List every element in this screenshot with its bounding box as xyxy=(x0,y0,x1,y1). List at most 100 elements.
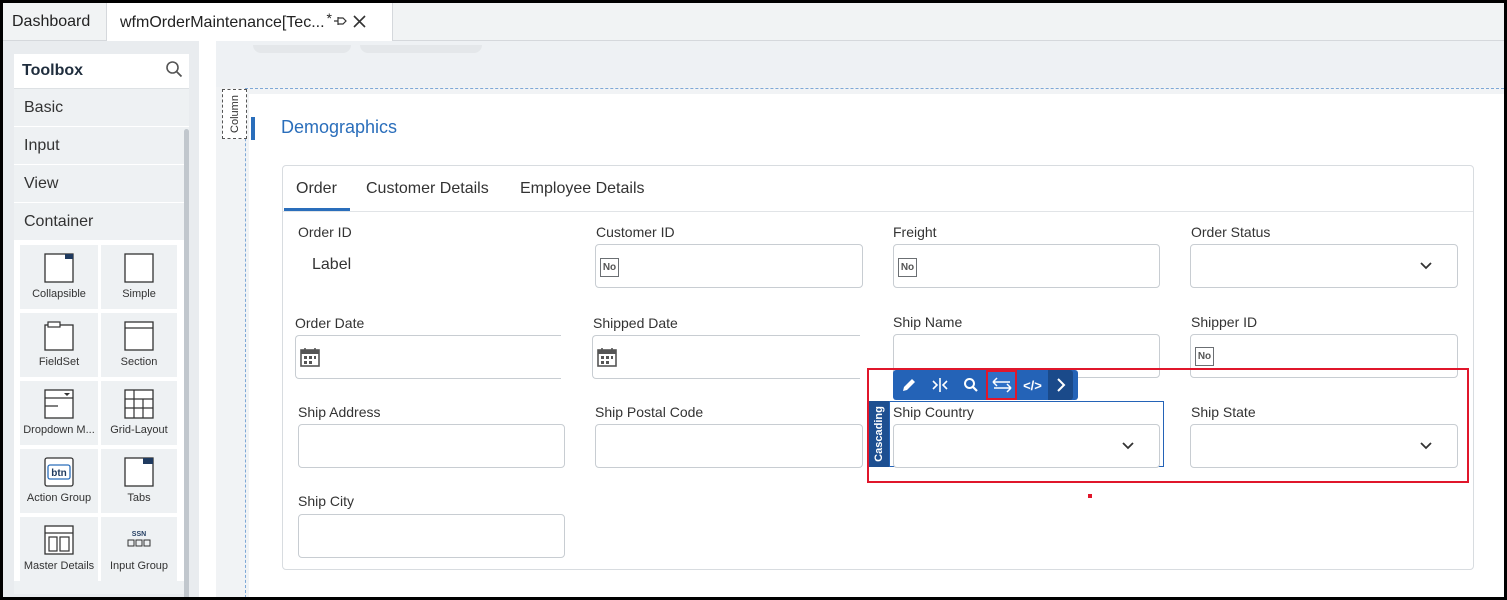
category-label: View xyxy=(24,174,59,192)
toolbox-item-label: Input Group xyxy=(109,560,169,572)
column-outline-left xyxy=(245,88,246,597)
swap-arrows-icon xyxy=(991,377,1012,393)
close-tab-icon[interactable] xyxy=(353,13,366,33)
order-id-value: Label xyxy=(312,256,352,273)
tab-wfm-order-maintenance[interactable]: wfmOrderMaintenance[Tec... * xyxy=(106,3,393,42)
toolbox-item-input-group[interactable]: SSN Input Group xyxy=(101,517,177,581)
grid-layout-icon xyxy=(124,389,154,419)
ship-postal-code-field[interactable] xyxy=(595,424,863,468)
freight-label: Freight xyxy=(893,224,937,240)
svg-text:btn: btn xyxy=(51,468,67,479)
ship-city-field[interactable] xyxy=(298,514,565,558)
toolbox-item-fieldset[interactable]: FieldSet xyxy=(20,313,98,377)
designer-gutter xyxy=(199,41,216,597)
toolbox-item-master-details[interactable]: Master Details xyxy=(20,517,98,581)
ship-postal-code-label: Ship Postal Code xyxy=(595,404,704,420)
toolbox-container-items: Collapsible Simple FieldSet Section Drop… xyxy=(14,241,189,581)
ship-address-field[interactable] xyxy=(298,424,565,468)
toolbox-search-icon[interactable] xyxy=(165,60,183,83)
toolbox-item-dropdown-menu[interactable]: Dropdown M... xyxy=(20,381,98,445)
toolbox-item-label: Simple xyxy=(122,288,156,300)
edit-button[interactable] xyxy=(893,370,924,400)
shipped-date-field[interactable] xyxy=(592,335,860,379)
toolbox-category-basic[interactable]: Basic xyxy=(14,89,189,127)
order-id-label: Order ID xyxy=(298,224,352,240)
ship-name-label: Ship Name xyxy=(893,314,963,330)
chevron-right-icon xyxy=(1056,378,1065,392)
shipped-date-label: Shipped Date xyxy=(593,315,678,331)
toolbox-category-input[interactable]: Input xyxy=(14,127,189,165)
numeric-no-icon: No xyxy=(898,258,917,277)
tabs-icon xyxy=(124,457,154,487)
toolbox-panel: Toolbox Basic Input View Container Colla… xyxy=(3,41,199,597)
toolbox-category-container[interactable]: Container xyxy=(14,203,189,241)
section-icon xyxy=(124,321,154,351)
tab-customer-details[interactable]: Customer Details xyxy=(366,180,489,198)
swap-button[interactable] xyxy=(986,370,1017,400)
freight-field[interactable]: No xyxy=(893,244,1160,288)
app-window: Dashboard wfmOrderMaintenance[Tec... * T… xyxy=(0,0,1507,600)
calendar-icon[interactable] xyxy=(299,346,321,368)
toolbox-title: Toolbox xyxy=(22,62,84,79)
split-icon xyxy=(931,378,948,392)
pin-icon[interactable] xyxy=(333,15,347,30)
order-date-label: Order Date xyxy=(295,315,365,331)
search-button[interactable] xyxy=(955,370,986,400)
column-tag[interactable]: Column xyxy=(222,89,247,139)
toolbox-item-label: FieldSet xyxy=(38,356,80,368)
order-status-label: Order Status xyxy=(1191,224,1271,240)
tab-divider xyxy=(283,211,1473,212)
toolbox-category-view[interactable]: View xyxy=(14,165,189,203)
tab-active-label: wfmOrderMaintenance[Tec... xyxy=(120,13,325,31)
toolbox-item-action-group[interactable]: btn Action Group xyxy=(20,449,98,513)
category-label: Input xyxy=(24,136,60,154)
modified-indicator: * xyxy=(326,9,332,26)
tab-order[interactable]: Order xyxy=(296,180,337,198)
tab-dashboard-label: Dashboard xyxy=(12,13,91,30)
toolbox-header: Toolbox xyxy=(14,54,189,89)
toolbox-item-label: Master Details xyxy=(23,560,95,572)
toolbox-item-label: Section xyxy=(120,356,158,368)
tab-dashboard[interactable]: Dashboard xyxy=(3,3,106,41)
toolbox-item-label: Dropdown M... xyxy=(23,424,95,436)
master-details-icon xyxy=(44,525,74,555)
cursor-marker xyxy=(1088,494,1092,498)
order-status-select[interactable] xyxy=(1190,244,1458,288)
shipper-id-label: Shipper ID xyxy=(1191,314,1258,330)
control-context-toolbar: </> xyxy=(893,370,1078,400)
ghost-button xyxy=(253,45,351,53)
ghost-button xyxy=(360,45,482,53)
numeric-no-icon: No xyxy=(1195,347,1214,366)
calendar-icon[interactable] xyxy=(596,346,618,368)
toolbox-item-label: Tabs xyxy=(127,492,151,504)
numeric-no-icon: No xyxy=(600,258,619,277)
toolbox-item-label: Action Group xyxy=(26,492,92,504)
toolbox-item-label: Grid-Layout xyxy=(110,424,168,436)
input-group-icon: SSN xyxy=(127,531,151,547)
svg-text:SSN: SSN xyxy=(132,531,146,538)
toolbox-scrollbar[interactable] xyxy=(184,129,189,597)
simple-icon xyxy=(124,253,154,283)
tab-employee-details[interactable]: Employee Details xyxy=(520,180,645,198)
chevron-down-icon xyxy=(1420,262,1432,270)
toolbox-item-simple[interactable]: Simple xyxy=(101,245,177,309)
dropdown-menu-icon xyxy=(44,389,74,419)
order-date-field[interactable] xyxy=(295,335,561,379)
split-button[interactable] xyxy=(924,370,955,400)
document-tab-bar: Dashboard wfmOrderMaintenance[Tec... * xyxy=(3,3,1504,42)
toolbox-item-section[interactable]: Section xyxy=(101,313,177,377)
collapsible-icon xyxy=(44,253,74,283)
column-tag-label: Column xyxy=(228,95,241,133)
ship-address-label: Ship Address xyxy=(298,404,381,420)
category-label: Basic xyxy=(24,98,64,116)
toolbox-item-grid-layout[interactable]: Grid-Layout xyxy=(101,381,177,445)
toolbox-item-label: Collapsible xyxy=(32,288,86,300)
toolbox: Toolbox Basic Input View Container Colla… xyxy=(14,54,189,594)
toolbox-item-collapsible[interactable]: Collapsible xyxy=(20,245,98,309)
customer-id-field[interactable]: No xyxy=(595,244,863,288)
toolbox-item-tabs[interactable]: Tabs xyxy=(101,449,177,513)
code-button[interactable]: </> xyxy=(1017,370,1048,400)
code-icon: </> xyxy=(1023,377,1042,393)
more-button[interactable] xyxy=(1048,370,1073,400)
fieldset-icon xyxy=(44,321,74,351)
